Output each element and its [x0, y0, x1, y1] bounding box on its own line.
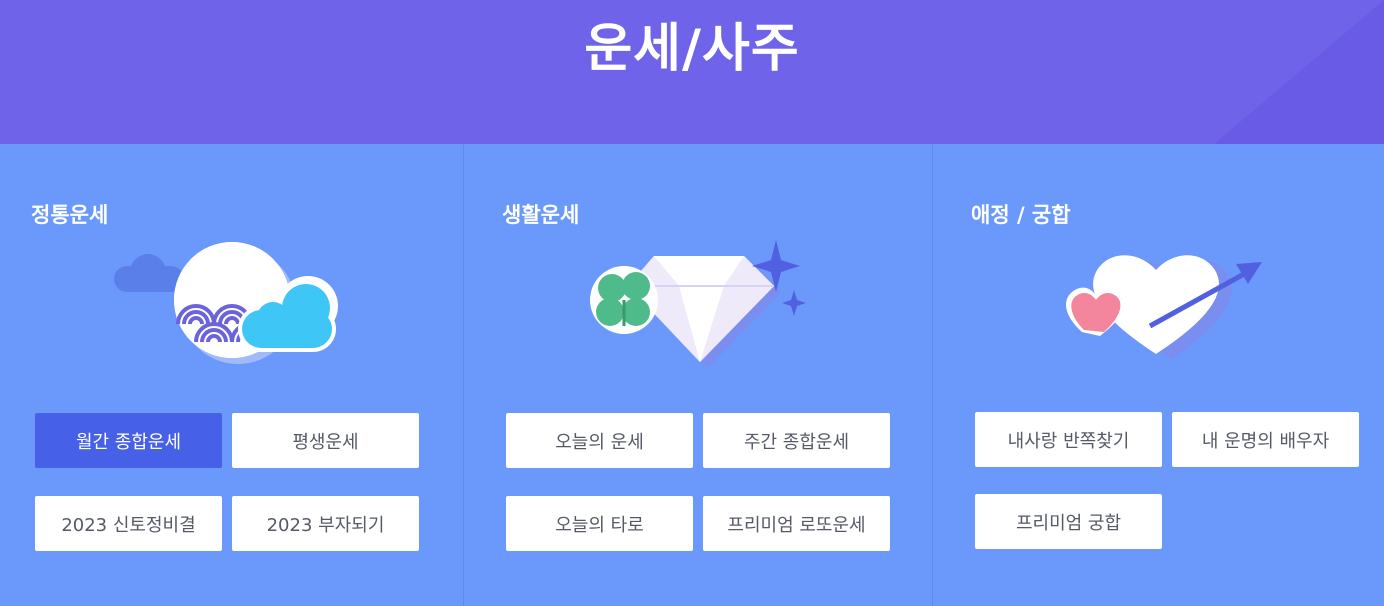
fortune-categories: 정통운세 월간 종합운세 평생운세 2023 신토정비결 2023 부자되기 생…	[0, 144, 1384, 606]
lifetime-fortune-button[interactable]: 평생운세	[232, 413, 419, 468]
tojeong-2023-button[interactable]: 2023 신토정비결	[35, 496, 222, 551]
page-header: 운세/사주	[0, 0, 1384, 144]
weekly-fortune-button[interactable]: 주간 종합운세	[703, 413, 890, 468]
today-tarot-button[interactable]: 오늘의 타로	[506, 496, 693, 551]
category-traditional-fortune: 정통운세 월간 종합운세 평생운세 2023 신토정비결 2023 부자되기	[0, 144, 470, 606]
destined-spouse-button[interactable]: 내 운명의 배우자	[1172, 412, 1359, 467]
moon-waves-cloud-icon	[108, 236, 348, 376]
category-title: 생활운세	[502, 203, 580, 227]
find-soulmate-button[interactable]: 내사랑 반쪽찾기	[975, 412, 1162, 467]
category-title: 정통운세	[31, 203, 109, 227]
premium-compatibility-button[interactable]: 프리미엄 궁합	[975, 494, 1162, 549]
category-title: 애정 / 궁합	[971, 203, 1071, 227]
become-rich-2023-button[interactable]: 2023 부자되기	[232, 496, 419, 551]
hearts-arrow-icon	[1058, 236, 1298, 376]
page-title: 운세/사주	[584, 19, 800, 79]
monthly-fortune-button[interactable]: 월간 종합운세	[35, 413, 222, 468]
today-fortune-button[interactable]: 오늘의 운세	[506, 413, 693, 468]
premium-lotto-button[interactable]: 프리미엄 로또운세	[703, 496, 890, 551]
clover-diamond-sparkle-icon	[584, 236, 824, 376]
category-love-compatibility: 애정 / 궁합 내사랑 반쪽찾기 내 운명의 배우자 프리미엄 궁합	[932, 144, 1384, 606]
category-daily-fortune: 생활운세 오늘의 운세 주간 종합운세 오늘의 타로 프리미엄 로또운세	[463, 144, 933, 606]
